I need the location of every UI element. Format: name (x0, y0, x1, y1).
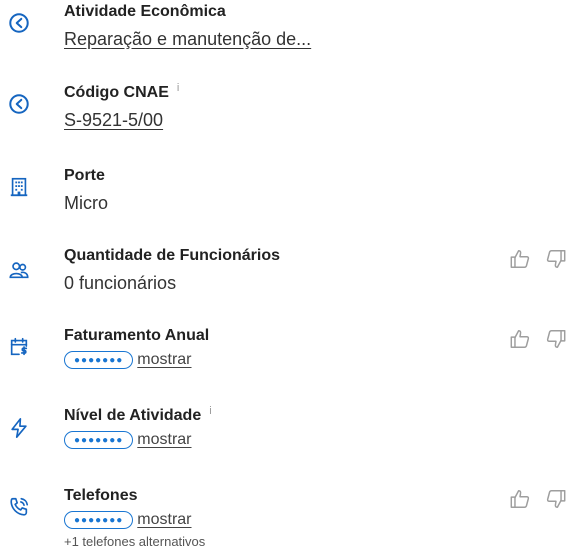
activity-value-link[interactable]: Reparação e manutenção de... (64, 29, 311, 50)
employees-label: Quantidade de Funcionários (64, 247, 281, 264)
vote-buttons (509, 328, 567, 350)
building-icon (8, 176, 30, 198)
phones-label: Telefones (64, 487, 138, 504)
thumbs-down-icon[interactable] (545, 488, 567, 510)
thumbs-down-icon[interactable] (545, 248, 567, 270)
activity-label: Atividade Econômica (64, 3, 226, 20)
revenue-masked-line: ●●●●●●● mostrar (64, 351, 192, 369)
size-label: Porte (64, 167, 105, 184)
masked-value-pill[interactable]: ●●●●●●● (64, 351, 134, 369)
info-icon[interactable]: i (209, 405, 211, 417)
masked-value-pill[interactable]: ●●●●●●● (64, 511, 134, 529)
cnae-value-link[interactable]: S-9521-5/00 (64, 110, 163, 131)
thumbs-down-icon[interactable] (545, 328, 567, 350)
cnae-label: Código CNAE i (64, 82, 180, 101)
activity-level-label: Nível de Atividade i (64, 405, 212, 424)
vote-buttons (509, 248, 567, 270)
show-revenue-link[interactable]: mostrar (137, 351, 191, 369)
calendar-money-icon (8, 336, 30, 358)
alternative-phones-count: +1 telefones alternativos (64, 534, 206, 549)
thumbs-up-icon[interactable] (509, 488, 531, 510)
phones-masked-line: ●●●●●●● mostrar (64, 511, 192, 529)
thumbs-up-icon[interactable] (509, 248, 531, 270)
clock-back-icon (8, 93, 30, 115)
thumbs-up-icon[interactable] (509, 328, 531, 350)
lightning-icon (8, 417, 30, 439)
employees-value: 0 funcionários (64, 273, 177, 293)
activity-level-masked-line: ●●●●●●● mostrar (64, 431, 192, 449)
info-icon[interactable]: i (177, 82, 179, 94)
show-activity-level-link[interactable]: mostrar (137, 431, 191, 449)
revenue-label: Faturamento Anual (64, 327, 210, 344)
clock-back-icon (8, 12, 30, 34)
vote-buttons (509, 488, 567, 510)
phone-ring-icon (8, 496, 30, 518)
show-phones-link[interactable]: mostrar (137, 511, 191, 529)
masked-value-pill[interactable]: ●●●●●●● (64, 431, 134, 449)
people-icon (8, 259, 30, 281)
size-value: Micro (64, 193, 108, 213)
